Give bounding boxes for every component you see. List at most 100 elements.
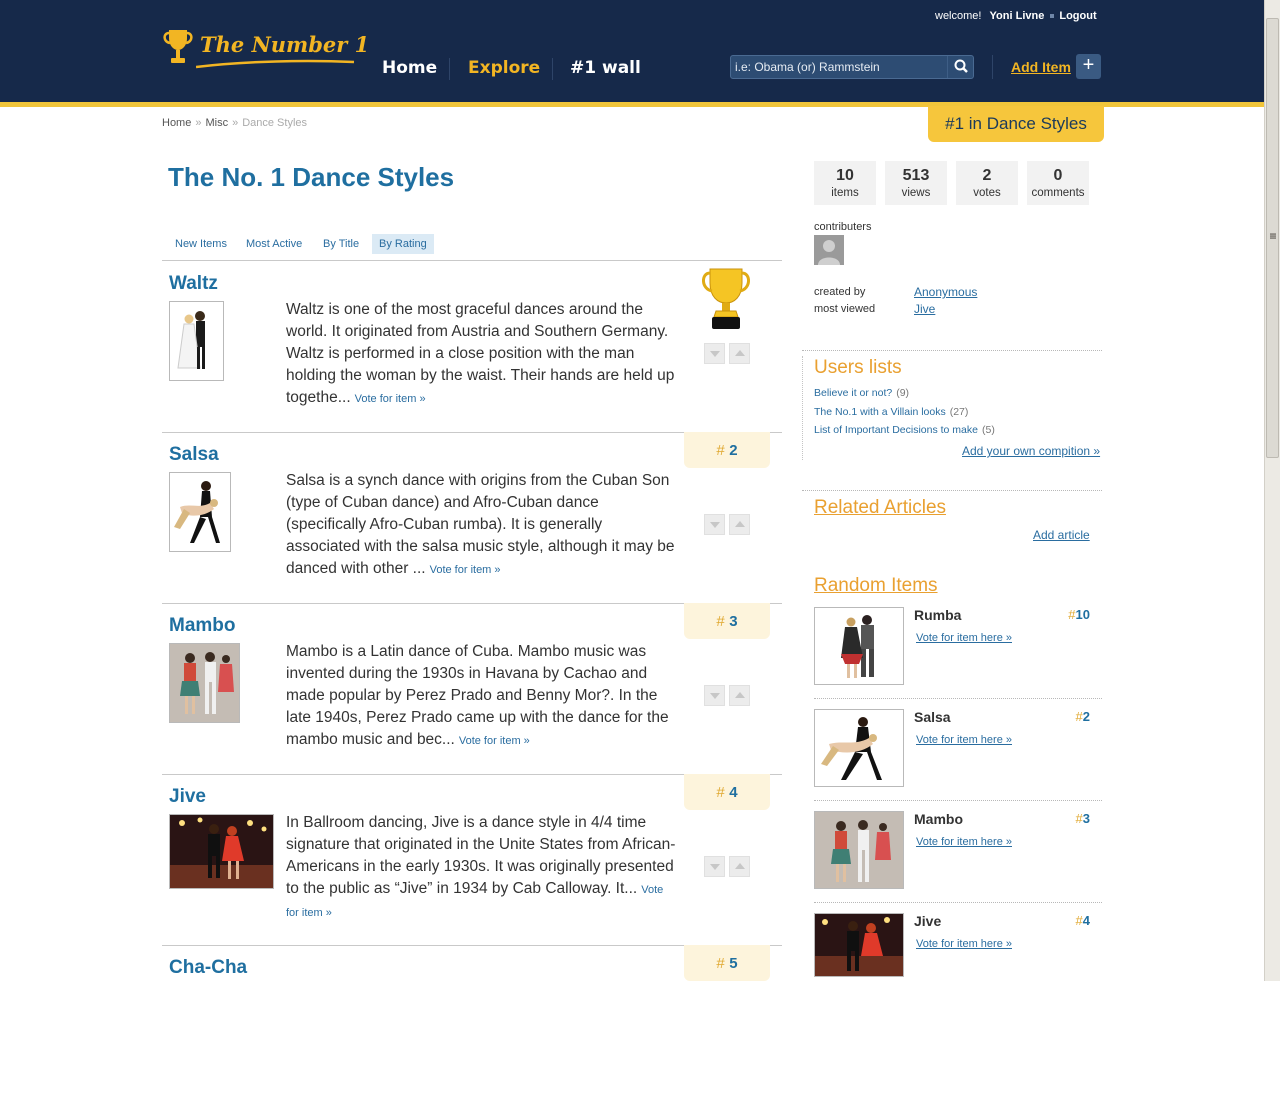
vote-up-button[interactable] xyxy=(729,856,750,877)
avatar[interactable] xyxy=(814,235,844,265)
stat-label: items xyxy=(831,187,859,199)
rank-hash: # xyxy=(716,955,725,972)
tab-most-active[interactable]: Most Active xyxy=(239,234,309,254)
tab-by-rating[interactable]: By Rating xyxy=(372,234,434,254)
users-list-link[interactable]: List of Important Decisions to make xyxy=(814,424,978,436)
item-thumbnail[interactable] xyxy=(169,472,231,552)
created-by-link[interactable]: Anonymous xyxy=(914,285,977,299)
random-item: Mambo #3 Vote for item here » xyxy=(814,811,1102,891)
tab-by-title[interactable]: By Title xyxy=(316,234,366,254)
add-article-link[interactable]: Add article xyxy=(1033,528,1090,542)
random-item: Salsa #2 Vote for item here » xyxy=(814,709,1102,789)
vote-up-button[interactable] xyxy=(729,514,750,535)
add-item-link[interactable]: Add Item xyxy=(1011,59,1071,75)
logout-link[interactable]: Logout xyxy=(1059,10,1096,22)
users-list-link[interactable]: The No.1 with a Villain looks xyxy=(814,406,946,418)
list-item: Salsa # 2 Salsa is a synch dance with or… xyxy=(162,432,782,604)
jive-dancers-image xyxy=(815,914,903,976)
trophy-logo-icon[interactable] xyxy=(162,28,194,72)
rank-hash: # xyxy=(716,442,725,459)
rank-number: 10 xyxy=(1075,607,1090,622)
vote-for-item-link[interactable]: Vote for item » xyxy=(430,564,501,576)
vote-down-button[interactable] xyxy=(704,685,725,706)
item-description: Mambo is a Latin dance of Cuba. Mambo mu… xyxy=(286,641,676,752)
breadcrumb-separator: » xyxy=(232,117,239,129)
stat-number: 513 xyxy=(902,167,930,184)
jive-dancers-image xyxy=(170,815,273,888)
rank-number: 2 xyxy=(1082,709,1090,724)
vote-for-item-here-link[interactable]: Vote for item here » xyxy=(916,734,1012,746)
tab-new-items[interactable]: New Items xyxy=(168,234,234,254)
nav-wall[interactable]: #1 wall xyxy=(570,58,641,78)
add-item-button[interactable]: + xyxy=(1076,54,1101,79)
search-button[interactable] xyxy=(947,56,975,78)
random-item-thumbnail[interactable] xyxy=(814,811,904,889)
vote-down-button[interactable] xyxy=(704,514,725,535)
random-item-thumbnail[interactable] xyxy=(814,913,904,977)
most-viewed-link[interactable]: Jive xyxy=(914,302,935,316)
vote-for-item-here-link[interactable]: Vote for item here » xyxy=(916,632,1012,644)
breadcrumb-separator: » xyxy=(195,117,202,129)
vote-up-button[interactable] xyxy=(729,343,750,364)
random-item-name[interactable]: Rumba xyxy=(914,607,961,623)
random-item-rank: #10 xyxy=(1068,607,1090,622)
item-thumbnail[interactable] xyxy=(169,301,224,381)
item-rank-badge: # 5 xyxy=(684,945,770,981)
random-item-rank: #4 xyxy=(1076,913,1090,928)
rumba-dancers-image xyxy=(815,608,903,684)
mambo-dancers-image xyxy=(170,644,239,722)
item-thumbnail[interactable] xyxy=(169,814,274,889)
add-competition-link[interactable]: Add your own compition » xyxy=(962,444,1100,458)
random-item-thumbnail[interactable] xyxy=(814,607,904,685)
random-item-name[interactable]: Mambo xyxy=(914,811,963,827)
item-title[interactable]: Mambo xyxy=(169,615,236,637)
list-item: Waltz Waltz is one of the most graceful … xyxy=(162,261,782,433)
random-item-thumbnail[interactable] xyxy=(814,709,904,787)
gold-trophy-icon xyxy=(702,268,750,329)
breadcrumb: Home» Misc» Dance Styles xyxy=(162,117,307,129)
breadcrumb-home[interactable]: Home xyxy=(162,117,191,129)
site-header: The Number 1 Home Explore #1 wall welcom… xyxy=(0,0,1264,102)
rank-hash: # xyxy=(716,613,725,630)
item-description: Waltz is one of the most graceful dances… xyxy=(286,299,676,410)
users-list-item: Believe it or not? (9) xyxy=(814,387,909,399)
logo-text[interactable]: The Number 1 xyxy=(200,32,369,57)
divider xyxy=(802,350,1102,351)
vote-for-item-link[interactable]: Vote for item » xyxy=(459,735,530,747)
scrollbar-thumb[interactable]: ▬ ▬ ▬ xyxy=(1266,18,1279,458)
nav-explore[interactable]: Explore xyxy=(468,58,540,78)
random-item-name[interactable]: Jive xyxy=(914,913,941,929)
rank-number: 4 xyxy=(1082,913,1090,928)
vote-down-button[interactable] xyxy=(704,343,725,364)
users-list-count: (5) xyxy=(982,424,995,436)
vote-for-item-here-link[interactable]: Vote for item here » xyxy=(916,938,1012,950)
scrollbar[interactable]: ▬ ▬ ▬ xyxy=(1264,0,1280,981)
vote-for-item-here-link[interactable]: Vote for item here » xyxy=(916,836,1012,848)
stat-number: 10 xyxy=(836,167,854,184)
vote-down-button[interactable] xyxy=(704,856,725,877)
rank-hash: # xyxy=(1075,811,1083,826)
user-name-link[interactable]: Yoni Livne xyxy=(990,10,1045,22)
item-rank-badge: # 3 xyxy=(684,603,770,639)
rank-hash: # xyxy=(716,784,725,801)
stat-views: 513 views xyxy=(885,161,947,205)
stat-items: 10 items xyxy=(814,161,876,205)
rank-hash: # xyxy=(1075,709,1083,724)
related-articles-heading[interactable]: Related Articles xyxy=(814,497,946,519)
breadcrumb-misc[interactable]: Misc xyxy=(205,117,228,129)
item-title[interactable]: Cha-Cha xyxy=(169,957,247,979)
nav-home[interactable]: Home xyxy=(382,58,437,78)
item-thumbnail[interactable] xyxy=(169,643,240,723)
users-list-link[interactable]: Believe it or not? xyxy=(814,387,892,399)
users-lists-heading: Users lists xyxy=(814,357,902,378)
random-item-name[interactable]: Salsa xyxy=(914,709,951,725)
divider xyxy=(802,356,804,460)
vote-up-button[interactable] xyxy=(729,685,750,706)
rank-number: 2 xyxy=(729,442,738,459)
vote-for-item-link[interactable]: Vote for item » xyxy=(355,393,426,405)
item-title[interactable]: Waltz xyxy=(169,273,218,295)
search-input[interactable] xyxy=(731,56,945,78)
random-items-heading[interactable]: Random Items xyxy=(814,575,938,597)
item-title[interactable]: Salsa xyxy=(169,444,219,466)
item-title[interactable]: Jive xyxy=(169,786,206,808)
